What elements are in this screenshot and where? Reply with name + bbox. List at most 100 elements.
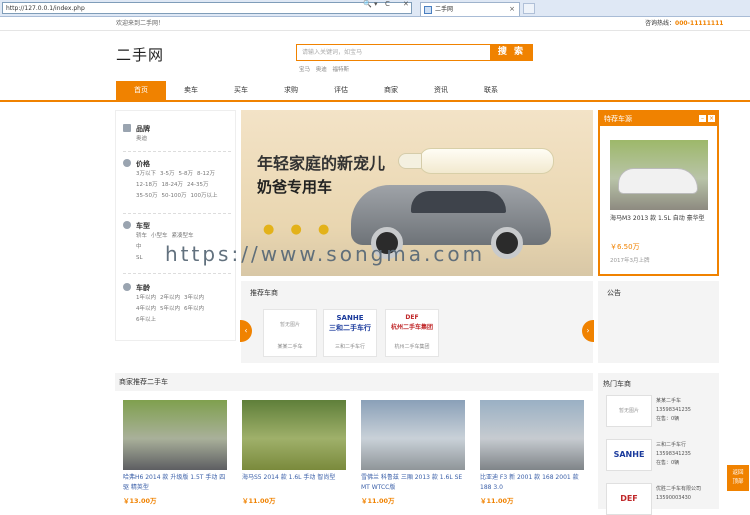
hotword-link[interactable]: 奥迪 xyxy=(316,67,327,73)
featured-car-panel: 特荐车源 – × 海马M3 2013 款 1.5L 自动 豪华型 ￥6.50万 … xyxy=(598,110,719,276)
filter-option[interactable]: 12-18万 xyxy=(136,182,157,188)
filter-sidebar: 品牌 奥迪 价格 3万以下 3-5万 5-8万 8-12万 12-18万 18-24万 2… xyxy=(115,110,236,341)
filter-option[interactable]: 奥迪 xyxy=(136,136,147,142)
car-photo[interactable] xyxy=(242,400,346,470)
back-to-top-button[interactable]: 返回 顶部 xyxy=(727,465,749,491)
minimize-icon[interactable]: – xyxy=(699,115,706,122)
dealer-name: 杭州二手车集团 xyxy=(394,344,430,350)
recommended-dealers: 推荐车商 暂无图片 某某二手车 SANHE 三和二手车行 三和二手车行 DEF … xyxy=(240,281,594,363)
dealers-title: 推荐车商 xyxy=(250,289,278,297)
nav-item-contact[interactable]: 联系 xyxy=(466,81,516,100)
filter-option[interactable]: 6年以上 xyxy=(136,317,156,323)
site-logo[interactable]: 二手网 xyxy=(116,44,164,65)
filter-option[interactable]: 5年以内 xyxy=(160,306,180,312)
filter-option[interactable]: SL xyxy=(136,255,143,261)
hot-dealers-panel: 热门车商 暂无图片 某某二手车 13598341235 在售：0辆 SANHE 三和… xyxy=(598,373,719,515)
car-title[interactable]: 海马S5 2014 款 1.6L 手动 智尚型 xyxy=(242,473,346,493)
refresh-icon[interactable]: C xyxy=(385,0,390,8)
car-title[interactable]: 比亚迪 F3 新 2001 款 168 2001 款 188 3.0 xyxy=(480,473,584,493)
dealer-card[interactable]: DEF 杭州二手车集团 杭州二手车集团 xyxy=(385,309,439,357)
dealer-logo: SANHE xyxy=(606,439,652,471)
close-icon[interactable]: ✕ xyxy=(403,0,409,8)
featured-car-photo[interactable] xyxy=(610,140,708,210)
filter-option[interactable]: 小型车 xyxy=(151,233,168,239)
dealer-logo: 暂无图片 xyxy=(279,322,300,328)
close-icon[interactable]: × xyxy=(708,115,715,122)
car-type-icon xyxy=(123,221,131,229)
price-icon xyxy=(123,159,131,167)
address-bar[interactable]: http://127.0.0.1/index.php xyxy=(2,2,412,14)
nav-item-news[interactable]: 资讯 xyxy=(416,81,466,100)
duck-decoration: ● ● ● xyxy=(263,222,336,237)
car-photo[interactable] xyxy=(480,400,584,470)
filter-option[interactable]: 紧凑型车 xyxy=(172,233,194,239)
dealer-name: 三和二手车行 xyxy=(334,344,365,350)
filter-option[interactable]: 50-100万 xyxy=(161,193,186,199)
car-card[interactable]: 海马S5 2014 款 1.6L 手动 智尚型 ￥11.00万 xyxy=(242,400,346,505)
dealer-card[interactable]: 暂无图片 某某二手车 xyxy=(263,309,317,357)
hot-dealers-title: 热门车商 xyxy=(603,380,631,388)
filter-option[interactable]: 100万以上 xyxy=(190,193,217,199)
filter-option[interactable]: 18-24万 xyxy=(161,182,182,188)
filter-option[interactable]: 轿车 xyxy=(136,233,147,239)
hotline: 咨询热线：000-11111111 xyxy=(645,20,724,27)
featured-car-name[interactable]: 海马M3 2013 款 1.5L 自动 豪华型 xyxy=(610,214,712,224)
nav-item-want[interactable]: 求购 xyxy=(266,81,316,100)
car-price: ￥13.00万 xyxy=(123,497,157,505)
hot-dealer-item[interactable]: 暂无图片 某某二手车 13598341235 在售：0辆 xyxy=(606,395,714,427)
featured-car-date: 2017年3月上牌 xyxy=(610,258,650,264)
car-photo[interactable] xyxy=(123,400,227,470)
featured-title: 特荐车源 xyxy=(604,115,632,123)
dealer-name: 某某二手车 xyxy=(277,344,303,350)
notice-title: 公告 xyxy=(607,289,621,297)
nav-item-dealers[interactable]: 商家 xyxy=(366,81,416,100)
car-title[interactable]: 雪佛兰 科鲁兹 三厢 2013 款 1.6L SE MT WTCC版 xyxy=(361,473,465,493)
filter-option[interactable]: 中 xyxy=(136,244,142,250)
car-list: 哈弗H6 2014 款 升级版 1.5T 手动 四驱 精英型 ￥13.00万 海… xyxy=(115,395,593,509)
next-arrow-icon[interactable]: › xyxy=(582,320,594,342)
tab-title: 二手网 xyxy=(435,6,454,13)
nav-item-buy[interactable]: 买车 xyxy=(216,81,266,100)
tab-close-icon[interactable]: × xyxy=(509,3,515,16)
filter-option[interactable]: 1年以内 xyxy=(136,295,156,301)
filter-option[interactable]: 3万以下 xyxy=(136,171,156,177)
hotword-link[interactable]: 福特斯 xyxy=(333,67,350,73)
top-bar: 欢迎来到二手网！ 咨询热线：000-11111111 xyxy=(0,17,750,31)
search-button[interactable]: 搜 索 xyxy=(490,44,533,61)
hot-dealer-item[interactable]: DEF 优胜二手车有限公司 13590003430 xyxy=(606,483,714,515)
filter-option[interactable]: 8-12万 xyxy=(197,171,215,177)
main-nav: 首页 卖车 买车 求购 评估 商家 资讯 联系 xyxy=(0,81,750,102)
prev-arrow-icon[interactable]: ‹ xyxy=(240,320,252,342)
filter-price: 价格 3万以下 3-5万 5-8万 8-12万 12-18万 18-24万 24-35万 … xyxy=(123,159,233,202)
browser-tab[interactable]: 二手网 × xyxy=(420,2,520,16)
car-card[interactable]: 雪佛兰 科鲁兹 三厢 2013 款 1.6L SE MT WTCC版 ￥11.0… xyxy=(361,400,465,505)
car-card[interactable]: 比亚迪 F3 新 2001 款 168 2001 款 188 3.0 ￥11.0… xyxy=(480,400,584,505)
search-icon[interactable]: 🔍 ▾ xyxy=(363,0,377,8)
car-price: ￥11.00万 xyxy=(242,497,276,505)
dealer-logo: SANHE 三和二手车行 xyxy=(329,314,371,332)
dealer-card[interactable]: SANHE 三和二手车行 三和二手车行 xyxy=(323,309,377,357)
filter-option[interactable]: 6年以内 xyxy=(184,306,204,312)
favicon-icon xyxy=(424,6,432,14)
filter-option[interactable]: 5-8万 xyxy=(178,171,192,177)
filter-option[interactable]: 3年以内 xyxy=(184,295,204,301)
car-title[interactable]: 哈弗H6 2014 款 升级版 1.5T 手动 四驱 精英型 xyxy=(123,473,227,493)
notice-panel: 公告 xyxy=(598,281,719,363)
filter-brand: 品牌 奥迪 xyxy=(123,124,233,145)
nav-item-evaluate[interactable]: 评估 xyxy=(316,81,366,100)
filter-option[interactable]: 2年以内 xyxy=(160,295,180,301)
nav-item-home[interactable]: 首页 xyxy=(116,81,166,100)
filter-option[interactable]: 4年以内 xyxy=(136,306,156,312)
nav-item-sell[interactable]: 卖车 xyxy=(166,81,216,100)
hot-dealer-item[interactable]: SANHE 三和二手车行 13598341235 在售：0辆 xyxy=(606,439,714,471)
hotword-link[interactable]: 宝马 xyxy=(299,67,310,73)
new-tab-button[interactable] xyxy=(523,3,535,14)
search-input[interactable]: 请输入关键词，如宝马 xyxy=(296,44,492,61)
browser-chrome: http://127.0.0.1/index.php 🔍 ▾ C ✕ 二手网 × xyxy=(0,0,750,17)
car-card[interactable]: 哈弗H6 2014 款 升级版 1.5T 手动 四驱 精英型 ￥13.00万 xyxy=(123,400,227,505)
filter-option[interactable]: 3-5万 xyxy=(160,171,174,177)
filter-option[interactable]: 35-50万 xyxy=(136,193,157,199)
car-photo[interactable] xyxy=(361,400,465,470)
filter-option[interactable]: 24-35万 xyxy=(187,182,208,188)
watermark: https://www.songma.com xyxy=(165,242,486,266)
